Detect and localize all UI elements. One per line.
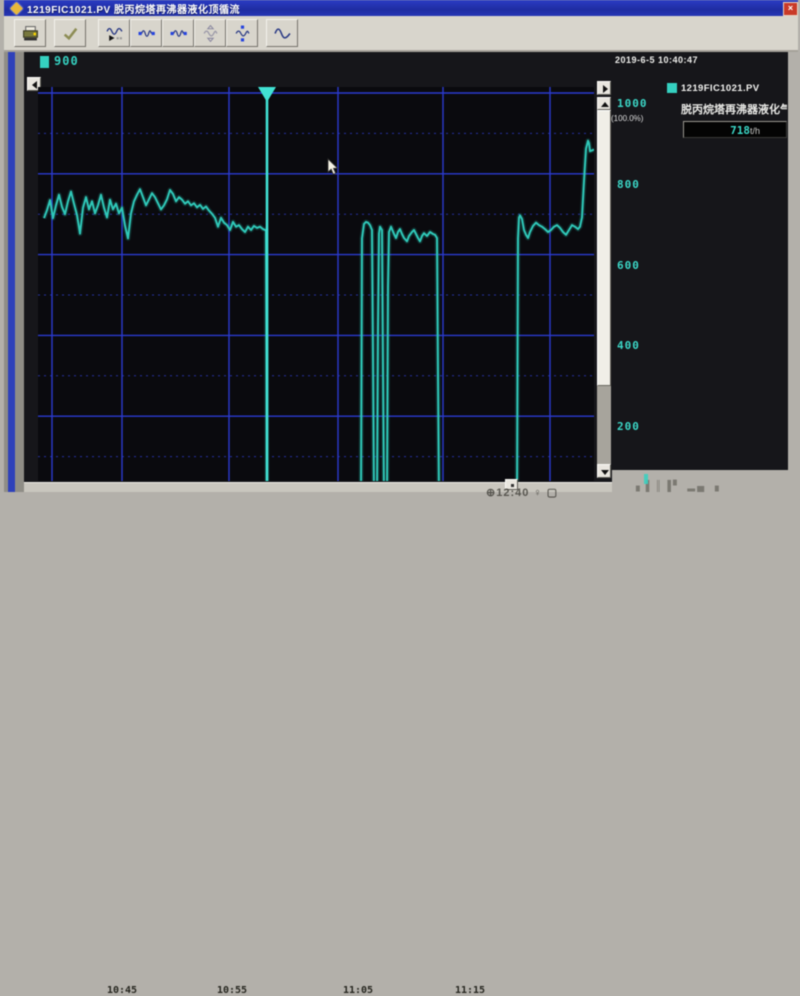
pen-tag-name: 1219FIC1021.PV [681, 83, 759, 94]
trend-plot-svg[interactable] [38, 87, 594, 481]
compress-time-button[interactable] [130, 19, 162, 47]
time-axis-row: 10:4510:5511:0511:15 [0, 492, 800, 500]
x-tick-label: 11:15 [448, 985, 492, 996]
window-title: 1219FIC1021.PV 脱丙烷塔再沸器液化顶循流 [27, 1, 240, 16]
app-diamond-icon [10, 2, 23, 15]
y-tick-label: 1000 [617, 97, 648, 110]
curve-button[interactable] [266, 19, 298, 47]
pen-color-chip [40, 56, 49, 68]
up-arrow-icon [601, 102, 609, 107]
scroll-down-button[interactable] [597, 464, 611, 478]
y-tick-label: 800 [617, 178, 640, 191]
pen-legend-chip [667, 83, 677, 93]
y-tick-label: 400 [617, 339, 640, 352]
screen: 1219FIC1021.PV 脱丙烷塔再沸器液化顶循流 × 900 2019-6… [0, 0, 800, 500]
watermark-glyphs: ▖▌║▐▘ ▂▄ ▗ [636, 481, 721, 492]
down-arrow-icon [601, 470, 609, 475]
confirm-button[interactable] [54, 19, 86, 47]
close-button[interactable]: × [783, 2, 798, 16]
time-cursor-marker[interactable] [258, 87, 276, 102]
scroll-up-button[interactable] [597, 97, 611, 110]
toolbar [4, 16, 798, 52]
pen-unit: t/h [750, 126, 760, 136]
trend-line [44, 141, 594, 481]
x-tick-label: 10:45 [100, 985, 144, 996]
y-tick-label: 200 [617, 420, 640, 433]
cursor-value-readout: 900 [54, 54, 79, 68]
trend-line [44, 141, 594, 481]
x-tick-label: 10:55 [210, 985, 254, 996]
pen-value: 718 [730, 124, 750, 137]
pan-value-button[interactable] [226, 19, 258, 47]
trend-run-button[interactable] [98, 19, 130, 47]
window-left-border [8, 52, 15, 492]
mouse-cursor [326, 158, 340, 181]
watermark-time: ⊕12:40 ♀ ▢ [486, 486, 558, 499]
pen-value-box: 718t/h [683, 121, 787, 138]
pen-description: 脱丙烷塔再沸器液化气 [681, 101, 787, 117]
y-tick-label: 600 [617, 259, 640, 272]
watermark-teal-tick [644, 474, 648, 484]
x-tick-label: 11:05 [336, 985, 380, 996]
axis-percent-label: (100.0%) [611, 114, 643, 123]
trend-plot-area[interactable] [38, 87, 594, 481]
right-arrow-icon [603, 85, 608, 93]
left-arrow-icon [32, 81, 37, 89]
vertical-scrollbar-thumb[interactable] [597, 110, 611, 386]
expand-time-button[interactable] [162, 19, 194, 47]
photo-right-edge [788, 52, 800, 500]
cursor-datetime: 2019-6-5 10:40:47 [615, 55, 698, 65]
pan-right-button[interactable] [597, 81, 611, 95]
scale-value-button[interactable] [194, 19, 226, 47]
print-button[interactable] [14, 19, 46, 47]
title-bar: 1219FIC1021.PV 脱丙烷塔再沸器液化顶循流 [4, 0, 798, 16]
